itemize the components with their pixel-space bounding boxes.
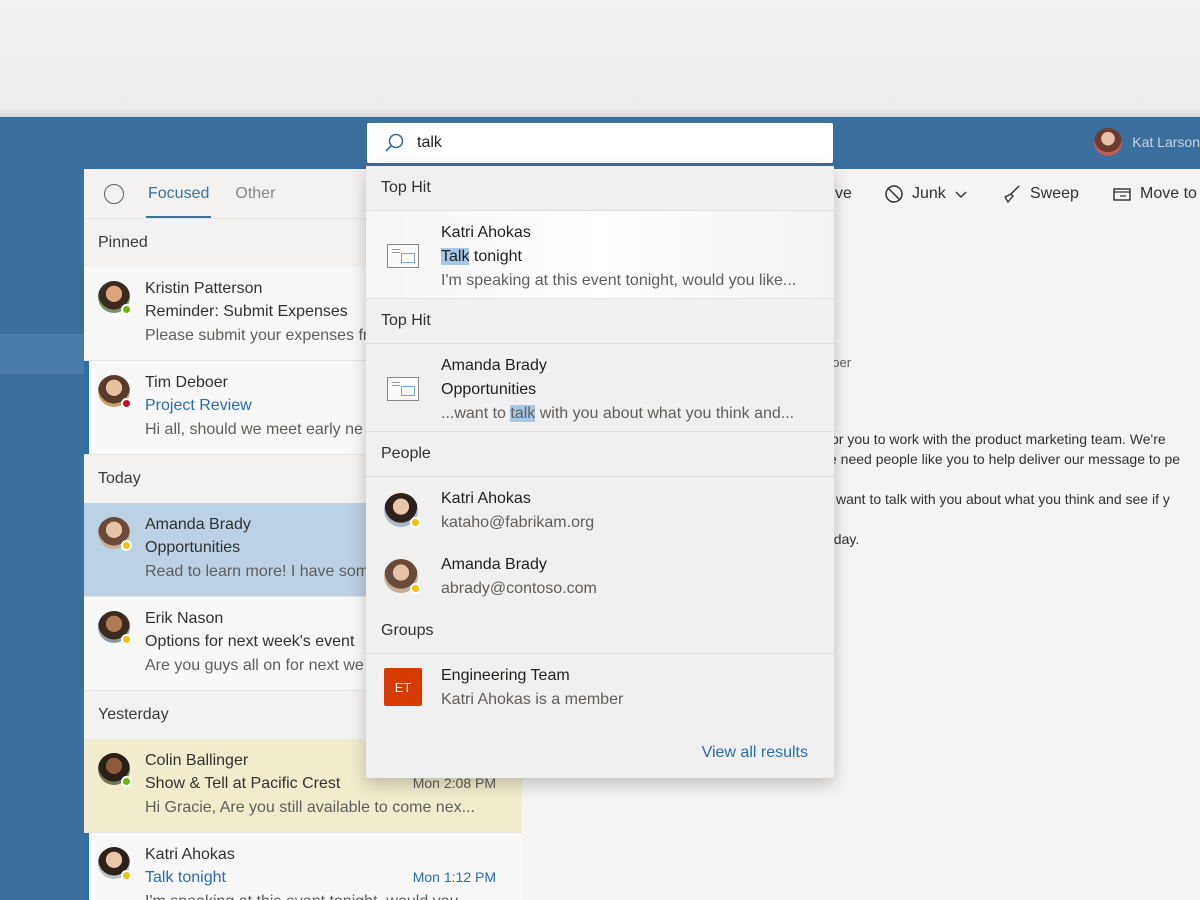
- match-highlight: talk: [510, 405, 536, 422]
- avatar: [98, 753, 132, 787]
- move-to-label: Move to: [1140, 185, 1197, 202]
- search-result-mail[interactable]: Katri Ahokas Talk tonight I'm speaking a…: [366, 211, 834, 299]
- person-email: abrady@contoso.com: [441, 580, 597, 597]
- result-preview-after: with you about what you think and...: [535, 405, 795, 422]
- person-name: Katri Ahokas: [441, 490, 531, 507]
- window-titlebar: [0, 0, 1200, 117]
- tab-other[interactable]: Other: [233, 181, 277, 207]
- search-result-mail[interactable]: Amanda Brady Opportunities ...want to ta…: [366, 344, 834, 432]
- avatar: [384, 559, 421, 594]
- section-people: People: [366, 432, 834, 477]
- reading-body-line: e need people like you to help deliver o…: [829, 451, 1181, 467]
- message-time: Mon 1:12 PM: [412, 869, 496, 885]
- archive-button[interactable]: ve: [835, 169, 852, 219]
- junk-label: Junk: [912, 185, 946, 202]
- result-preview: I'm speaking at this event tonight, woul…: [441, 272, 797, 289]
- reading-body-line: want to talk with you about what you thi…: [836, 491, 1170, 507]
- chevron-down-icon: [955, 191, 967, 198]
- avatar: [98, 611, 132, 645]
- match-highlight: Talk: [441, 248, 470, 265]
- tab-focused[interactable]: Focused: [146, 181, 212, 218]
- envelope-icon: [387, 377, 419, 401]
- group-initials-icon: ET: [384, 668, 422, 706]
- select-all-circle-icon[interactable]: [104, 183, 124, 204]
- search-icon: [385, 133, 404, 152]
- block-icon: [885, 185, 903, 203]
- result-preview: ...want to talk with you about what you …: [441, 402, 818, 426]
- section-top-hit: Top Hit: [366, 299, 834, 344]
- user-account[interactable]: Kat Larson: [1094, 127, 1200, 157]
- envelope-icon: [387, 244, 419, 268]
- sweep-button[interactable]: Sweep: [1002, 169, 1079, 219]
- section-groups: Groups: [366, 609, 834, 654]
- message-preview: I'm speaking at this event tonight, woul…: [145, 890, 508, 900]
- person-email: kataho@fabrikam.org: [441, 514, 595, 531]
- broom-icon: [1004, 185, 1020, 204]
- move-to-button[interactable]: Move to: [1112, 169, 1197, 219]
- message-preview: Hi Gracie, Are you still available to co…: [145, 799, 475, 816]
- result-subject: Talk tonight: [441, 245, 818, 269]
- result-preview-before: ...want to: [441, 405, 511, 422]
- user-avatar: [1094, 128, 1123, 156]
- search-result-group[interactable]: ET Engineering Team Katri Ahokas is a me…: [366, 654, 834, 720]
- avatar: [98, 517, 132, 551]
- search-result-person[interactable]: Amanda Brady abrady@contoso.com: [366, 543, 834, 609]
- avatar: [98, 281, 132, 315]
- reading-body-line: or you to work with the product marketin…: [831, 431, 1166, 447]
- search-suggestions: Top Hit Katri Ahokas Talk tonight I'm sp…: [366, 166, 834, 778]
- result-sender: Katri Ahokas: [441, 224, 531, 241]
- result-subject-rest: tonight: [469, 248, 522, 265]
- search-input[interactable]: [417, 134, 797, 152]
- avatar: [98, 375, 132, 409]
- avatar: [384, 493, 421, 528]
- user-name: Kat Larson: [1132, 134, 1200, 150]
- folder-move-icon: [1113, 188, 1131, 201]
- person-name: Amanda Brady: [441, 556, 547, 573]
- message-sender: Katri Ahokas: [145, 846, 235, 863]
- result-subject: Opportunities: [441, 381, 537, 398]
- sweep-label: Sweep: [1030, 185, 1079, 202]
- view-all-results-link[interactable]: View all results: [702, 744, 808, 762]
- section-top-hit: Top Hit: [366, 166, 834, 211]
- avatar: [98, 847, 132, 881]
- result-sender: Amanda Brady: [441, 357, 547, 374]
- search-box: [366, 122, 834, 164]
- archive-label: ve: [835, 185, 852, 202]
- group-name: Engineering Team: [441, 667, 570, 684]
- search-result-person[interactable]: Katri Ahokas kataho@fabrikam.org: [366, 477, 834, 543]
- group-detail: Katri Ahokas is a member: [441, 691, 624, 708]
- list-item[interactable]: Katri Ahokas Talk tonight I'm speaking a…: [84, 833, 522, 900]
- left-rail: [0, 169, 84, 900]
- junk-button[interactable]: Junk: [884, 169, 968, 219]
